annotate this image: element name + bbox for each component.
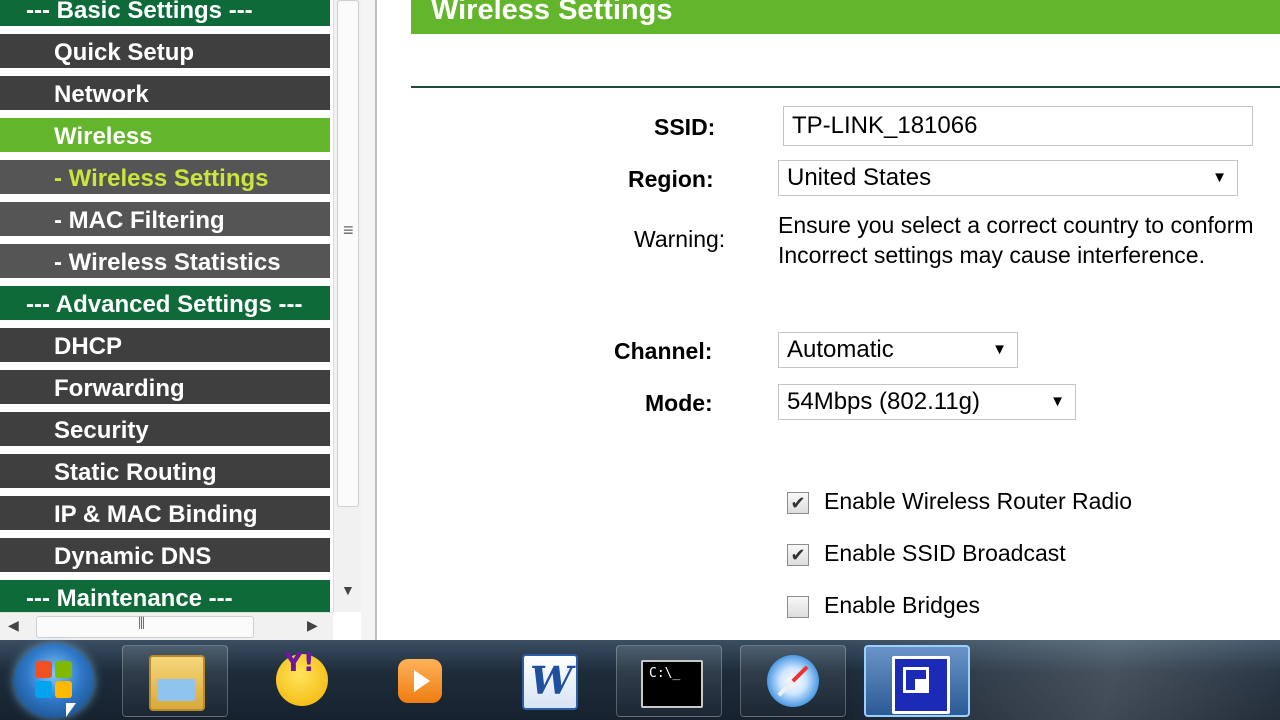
menu-item-ip-mac-binding[interactable]: IP & MAC Binding	[0, 496, 330, 534]
enable-ssid-broadcast-checkbox[interactable]: ✔	[787, 544, 809, 566]
taskbar-yahoo-messenger-button[interactable]: Y!	[250, 645, 356, 717]
command-prompt-icon: C:\_	[641, 660, 703, 708]
region-label: Region:	[628, 166, 714, 192]
start-button[interactable]	[14, 644, 94, 718]
frame-divider	[361, 0, 377, 640]
mode-select[interactable]: 54Mbps (802.11g) ▼	[778, 384, 1076, 420]
word-icon: W	[522, 654, 578, 710]
taskbar-explorer-button[interactable]	[122, 645, 228, 717]
enable-bridges-label: Enable Bridges	[824, 592, 980, 618]
channel-label: Channel:	[614, 338, 713, 364]
ssid-input[interactable]: TP-LINK_181066	[783, 106, 1253, 146]
remote-desktop-icon	[892, 656, 950, 714]
taskbar-media-player-button[interactable]	[368, 645, 474, 717]
menu-item-wireless-settings[interactable]: - Wireless Settings	[0, 160, 330, 198]
menu-item-dynamic-dns[interactable]: Dynamic DNS	[0, 538, 330, 576]
chevron-down-icon: ▼	[992, 341, 1007, 358]
chevron-down-icon: ▼	[1050, 393, 1065, 410]
page-title: Wireless Settings	[431, 0, 673, 26]
menu-item-wireless-statistics[interactable]: - Wireless Statistics	[0, 244, 330, 282]
ssid-label: SSID:	[654, 114, 716, 140]
enable-wireless-radio-label: Enable Wireless Router Radio	[824, 488, 1133, 514]
menu-item-quick-setup[interactable]: Quick Setup	[0, 34, 330, 72]
safari-icon	[767, 655, 819, 707]
title-divider	[411, 86, 1280, 88]
enable-bridges-checkbox[interactable]	[787, 596, 809, 618]
mouse-pointer-icon	[66, 703, 76, 717]
yahoo-messenger-icon: Y!	[276, 648, 328, 706]
warning-label: Warning:	[634, 226, 726, 252]
menu-item-wireless[interactable]: Wireless	[0, 118, 330, 156]
chevron-down-icon: ▼	[1212, 169, 1227, 186]
command-prompt-text: C:\_	[649, 666, 681, 681]
taskbar-command-prompt-button[interactable]: C:\_	[616, 645, 722, 717]
windows-explorer-icon	[149, 655, 205, 711]
mode-value: 54Mbps (802.11g)	[787, 388, 981, 415]
region-value: United States	[787, 164, 932, 191]
warning-text-line-1: Ensure you select a correct country to c…	[778, 212, 1254, 238]
taskbar-word-button[interactable]: W	[496, 645, 602, 717]
sidebar-horizontal-scrollbar[interactable]: ◀ ⦀ ▶	[0, 612, 333, 641]
scrollbar-thumb[interactable]	[337, 0, 359, 507]
menu-item-network[interactable]: Network	[0, 76, 330, 114]
enable-wireless-radio-checkbox[interactable]: ✔	[787, 492, 809, 514]
menu-item-forwarding[interactable]: Forwarding	[0, 370, 330, 408]
scroll-right-arrow-icon[interactable]: ▶	[307, 617, 318, 634]
menu-item-dhcp[interactable]: DHCP	[0, 328, 330, 366]
scroll-down-arrow-icon[interactable]: ▼	[341, 582, 355, 598]
media-player-icon	[398, 659, 442, 703]
sidebar-menu: --- Basic Settings --- Quick Setup Netwo…	[0, 0, 333, 612]
menu-item-security[interactable]: Security	[0, 412, 330, 450]
menu-header-basic-settings: --- Basic Settings ---	[0, 0, 330, 30]
menu-item-static-routing[interactable]: Static Routing	[0, 454, 330, 492]
menu-header-maintenance: --- Maintenance ---	[0, 580, 330, 612]
channel-value: Automatic	[787, 336, 894, 363]
menu-header-advanced-settings: --- Advanced Settings ---	[0, 286, 330, 324]
wireless-settings-panel: Wireless Settings SSID: TP-LINK_181066 R…	[377, 0, 1280, 640]
scroll-left-arrow-icon[interactable]: ◀	[8, 617, 19, 634]
scroll-grip-icon: ≡	[343, 220, 354, 240]
page-title-bar: Wireless Settings	[411, 0, 1280, 34]
region-select[interactable]: United States ▼	[778, 160, 1238, 196]
enable-ssid-broadcast-label: Enable SSID Broadcast	[824, 540, 1066, 566]
taskbar-remote-desktop-button[interactable]	[864, 645, 970, 717]
channel-select[interactable]: Automatic ▼	[778, 332, 1018, 368]
mode-label: Mode:	[645, 390, 713, 416]
windows-logo-icon	[35, 661, 73, 699]
menu-item-mac-filtering[interactable]: - MAC Filtering	[0, 202, 330, 240]
sidebar-vertical-scrollbar[interactable]: ≡ ▼	[333, 0, 361, 612]
taskbar-safari-button[interactable]	[740, 645, 846, 717]
horizontal-scroll-grip-icon: ⦀	[138, 616, 146, 633]
warning-text-line-2: Incorrect settings may cause interferenc…	[778, 242, 1205, 268]
